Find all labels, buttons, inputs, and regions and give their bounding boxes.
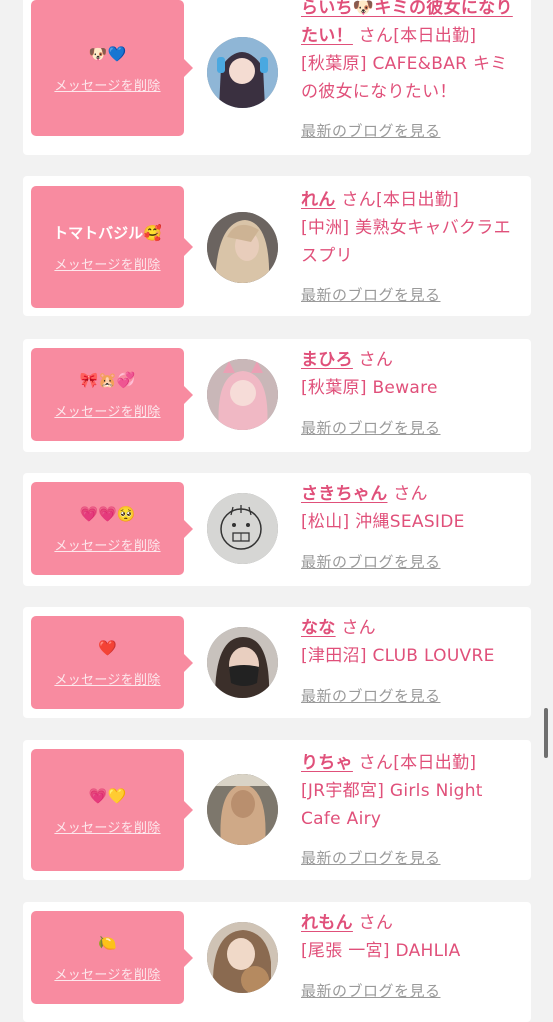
girl-info: れん さん[本日出勤] [中洲] 美熟女キャバクラエスプリ (301, 186, 523, 270)
girl-avatar-icon[interactable] (207, 212, 278, 283)
favorite-card: ❤️ メッセージを削除 なな さん [津田沼] CLUB LOUVRE 最新のブ… (23, 607, 531, 718)
delete-message-link[interactable]: メッセージを削除 (54, 964, 160, 983)
honorific-label: さん (358, 913, 394, 933)
delete-message-link[interactable]: メッセージを削除 (54, 669, 160, 688)
message-bubble: トマトバジル🥰 メッセージを削除 (31, 186, 193, 308)
message-bubble: 💗💛 メッセージを削除 (31, 749, 193, 871)
girl-info: れもん さん [尾張 一宮] DAHLIA (301, 909, 523, 965)
girl-name-link[interactable]: さきちゃん (301, 484, 388, 504)
status-badge: [本日出勤] (393, 26, 477, 46)
shop-label: [松山] 沖縄SEASIDE (301, 512, 465, 532)
girl-avatar-icon[interactable] (207, 922, 278, 993)
shop-label: [JR宇都宮] Girls Night Cafe Airy (301, 781, 483, 829)
shop-label: [津田沼] CLUB LOUVRE (301, 646, 495, 666)
latest-blog-link[interactable]: 最新のブログを見る (301, 980, 441, 1001)
latest-blog-link[interactable]: 最新のブログを見る (301, 120, 441, 141)
latest-blog-link[interactable]: 最新のブログを見る (301, 417, 441, 438)
delete-message-link[interactable]: メッセージを削除 (54, 535, 160, 554)
message-text: 🎀🐹💞 (79, 371, 136, 389)
masked-girl-avatar-icon[interactable] (207, 627, 278, 698)
girl-name-link[interactable]: りちゃ (301, 753, 353, 773)
message-bubble: 💗💗🥺 メッセージを削除 (31, 482, 193, 575)
girl-name-link[interactable]: なな (301, 618, 336, 638)
message-text: 🐶💙 (88, 44, 127, 63)
girl-name-link[interactable]: れもん (301, 913, 353, 933)
favorite-card: トマトバジル🥰 メッセージを削除 れん さん[本日出勤] [中洲] 美熟女キャバ… (23, 176, 531, 316)
shop-label: [中洲] 美熟女キャバクラエスプリ (301, 218, 511, 266)
latest-blog-link[interactable]: 最新のブログを見る (301, 847, 441, 868)
girl-name-link[interactable]: まひろ (301, 350, 353, 370)
status-badge: [本日出勤] (393, 753, 477, 773)
girl-info: さきちゃん さん [松山] 沖縄SEASIDE (301, 480, 523, 536)
shop-label: [秋葉原] CAFE&BAR キミの彼女になりたい！ (301, 54, 508, 102)
message-text: 💗💗🥺 (79, 505, 136, 523)
message-text: 💗💛 (88, 786, 127, 805)
latest-blog-link[interactable]: 最新のブログを見る (301, 685, 441, 706)
honorific-label: さん (358, 753, 394, 773)
delete-message-link[interactable]: メッセージを削除 (54, 75, 160, 94)
delete-message-link[interactable]: メッセージを削除 (54, 254, 160, 273)
message-text: ❤️ (98, 639, 117, 657)
girl-avatar-icon[interactable] (207, 774, 278, 845)
honorific-label: さん (393, 484, 428, 504)
shop-label: [尾張 一宮] DAHLIA (301, 941, 461, 961)
delete-message-link[interactable]: メッセージを削除 (54, 817, 160, 836)
favorite-card: 💗💗🥺 メッセージを削除 さきちゃん さん [松山] 沖縄SEASIDE 最新の… (23, 473, 531, 586)
message-bubble: 🐶💙 メッセージを削除 (31, 0, 193, 136)
favorite-card: 🍋 メッセージを削除 れもん さん [尾張 一宮] DAHLIA 最新のブログを… (23, 902, 531, 1022)
favorite-card: 🐶💙 メッセージを削除 らいち🐶キミの彼女になりたい！ さん[本日出勤] [秋葉… (23, 0, 531, 155)
honorific-label: さん (341, 190, 376, 210)
favorite-card: 💗💛 メッセージを削除 りちゃ さん[本日出勤] [JR宇都宮] Girls N… (23, 740, 531, 880)
girl-info: なな さん [津田沼] CLUB LOUVRE (301, 614, 523, 670)
girl-avatar-icon[interactable] (207, 37, 278, 108)
message-text: トマトバジル🥰 (53, 223, 162, 242)
delete-message-link[interactable]: メッセージを削除 (54, 401, 160, 420)
girl-avatar-icon[interactable] (207, 359, 278, 430)
favorite-card: 🎀🐹💞 メッセージを削除 まひろ さん [秋葉原] Beware 最新のブログを… (23, 339, 531, 452)
latest-blog-link[interactable]: 最新のブログを見る (301, 551, 441, 572)
honorific-label: さん (341, 618, 376, 638)
message-bubble: 🎀🐹💞 メッセージを削除 (31, 348, 193, 441)
honorific-label: さん (358, 350, 394, 370)
status-badge: [本日出勤] (375, 190, 460, 210)
message-bubble: 🍋 メッセージを削除 (31, 911, 193, 1004)
scrollbar[interactable] (544, 708, 548, 758)
latest-blog-link[interactable]: 最新のブログを見る (301, 284, 441, 305)
girl-info: らいち🐶キミの彼女になりたい！ さん[本日出勤] [秋葉原] CAFE&BAR … (301, 0, 523, 106)
girl-info: まひろ さん [秋葉原] Beware (301, 346, 523, 402)
honorific-label: さん (358, 26, 394, 46)
drawing-avatar-icon[interactable] (207, 493, 278, 564)
girl-name-link[interactable]: れん (301, 190, 336, 210)
message-text: 🍋 (98, 934, 117, 952)
girl-info: りちゃ さん[本日出勤] [JR宇都宮] Girls Night Cafe Ai… (301, 749, 523, 833)
shop-label: [秋葉原] Beware (301, 378, 438, 398)
message-bubble: ❤️ メッセージを削除 (31, 616, 193, 709)
